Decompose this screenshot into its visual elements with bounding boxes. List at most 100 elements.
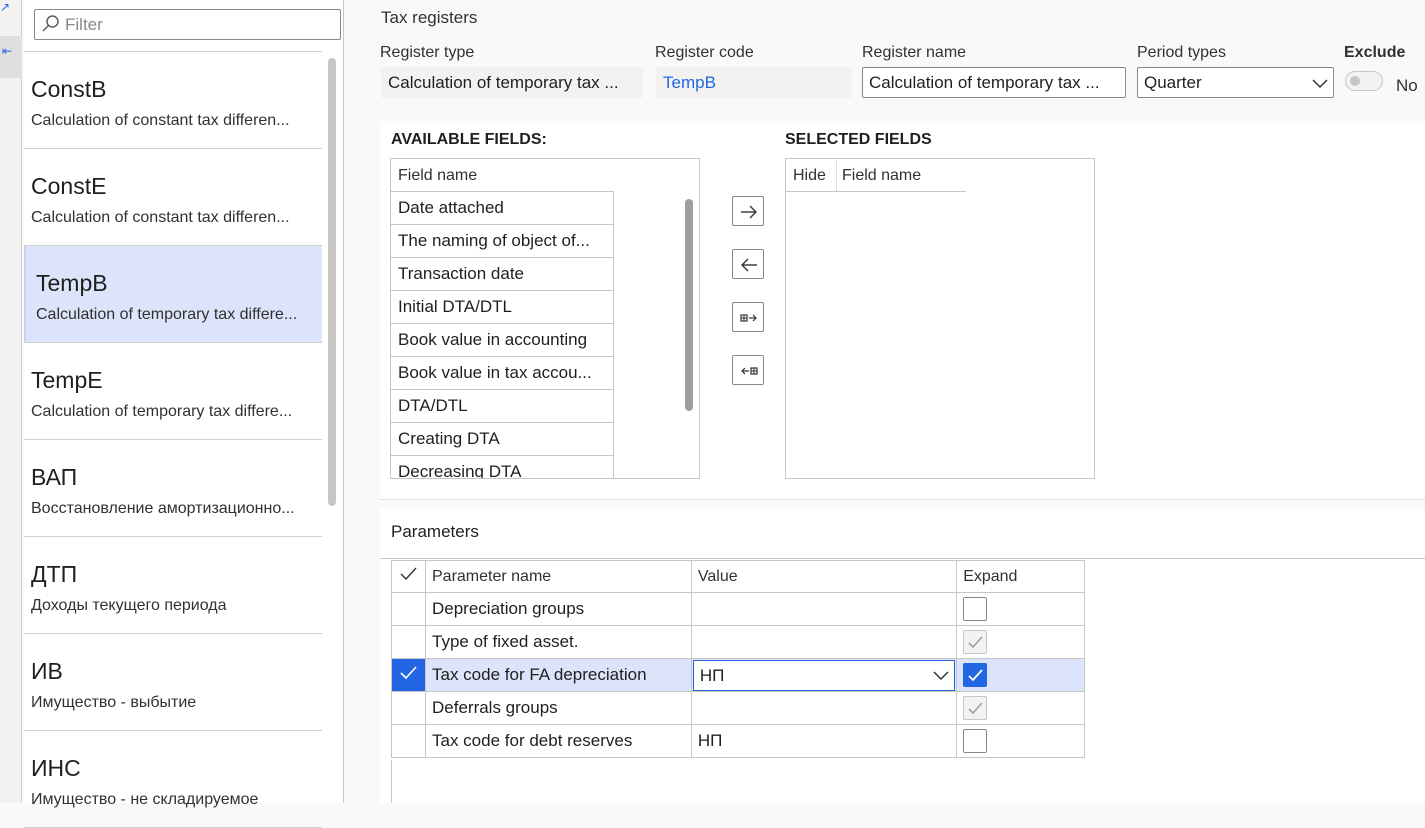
list-item-description: Calculation of temporary tax differe... (31, 403, 293, 420)
available-field-row[interactable]: Creating DTA (391, 422, 614, 455)
hide-header[interactable]: Hide (793, 167, 826, 185)
list-item-description: Восстановление амортизационно... (31, 500, 295, 517)
period-types-select[interactable]: Quarter (1137, 67, 1334, 98)
remove-field-button[interactable] (732, 249, 764, 279)
row-selector[interactable] (391, 658, 426, 692)
filter-input[interactable] (63, 13, 333, 37)
parameter-name-cell: Tax code for FA depreciation (425, 658, 692, 692)
value-header[interactable]: Value (690, 560, 958, 593)
row-selector[interactable] (391, 625, 426, 659)
value-cell[interactable] (690, 592, 958, 626)
list-item[interactable]: ИНС Имущество - не складируемое (24, 731, 322, 828)
filter-box[interactable] (34, 9, 341, 40)
remove-all-fields-button[interactable] (732, 355, 764, 385)
list-item-description: Calculation of constant tax differen... (31, 112, 290, 129)
available-field-row[interactable]: Book value in accounting (391, 323, 614, 356)
list-item-title: ИВ (31, 658, 63, 684)
page-title: Tax registers (381, 8, 478, 27)
list-item[interactable]: ИВ Имущество - выбытие (24, 634, 322, 731)
period-types-label: Period types (1137, 44, 1226, 61)
select-all-header[interactable] (391, 560, 426, 593)
toggle-knob (1350, 76, 1360, 86)
table-row-selected[interactable]: Tax code for FA depreciation НП (391, 658, 1085, 692)
register-type-field[interactable]: Calculation of temporary tax ... (381, 67, 643, 98)
value-select[interactable]: НП (692, 659, 956, 691)
parameter-name-cell: Type of fixed asset. (425, 625, 692, 659)
list-item[interactable]: ДТП Доходы текущего периода (24, 537, 322, 634)
row-selector[interactable] (391, 724, 426, 758)
value-cell[interactable] (690, 691, 958, 725)
selected-fields-grid: Hide Field name (785, 158, 1095, 479)
list-item-title: TempB (36, 270, 108, 296)
table-row[interactable]: Depreciation groups (391, 592, 1085, 626)
list-item[interactable]: ConstB Calculation of constant tax diffe… (24, 52, 322, 149)
list-item-title: ВАП (31, 464, 78, 490)
available-field-row[interactable]: Date attached (391, 191, 614, 224)
available-field-row[interactable]: Transaction date (391, 257, 614, 290)
value-cell[interactable] (690, 625, 958, 659)
available-fields-grid: Field name Date attached The naming of o… (390, 158, 700, 479)
list-item-selected[interactable]: TempB Calculation of temporary tax diffe… (24, 246, 322, 343)
collapse-icon[interactable]: ⇤ (0, 36, 22, 78)
selected-fields-title: SELECTED FIELDS (785, 131, 932, 148)
field-name-header[interactable]: Field name (842, 167, 921, 185)
list-item-title: TempE (31, 367, 103, 393)
available-field-row[interactable]: Decreasing DTA (391, 455, 614, 478)
value-cell[interactable]: НП (690, 658, 958, 692)
list-item-description: Имущество - не складируемое (31, 791, 259, 808)
add-all-fields-button[interactable] (732, 302, 764, 332)
value-select-text: НП (699, 665, 725, 685)
check-icon (400, 567, 417, 581)
check-icon (968, 669, 983, 682)
list-item-title: ConstE (31, 173, 107, 199)
exclude-toggle[interactable] (1345, 71, 1383, 91)
list-item-title: ConstB (31, 76, 107, 102)
expand-checkbox[interactable] (963, 729, 988, 753)
available-fields-title: AVAILABLE FIELDS: (391, 131, 547, 148)
list-item-description: Имущество - выбытие (31, 694, 197, 711)
row-selector[interactable] (391, 691, 426, 725)
table-row[interactable]: Deferrals groups (391, 691, 1085, 725)
nav-strip: ↗ ⇤ (0, 0, 22, 803)
available-field-row[interactable]: The naming of object of... (391, 224, 614, 257)
remove-all-icon (741, 367, 758, 375)
parameters-header-row: Parameter name Value Expand (391, 560, 1085, 593)
table-row[interactable]: Type of fixed asset. (391, 625, 1085, 659)
available-fields-scrollbar[interactable] (685, 199, 693, 411)
search-icon (42, 15, 59, 32)
register-list: ConstB Calculation of constant tax diffe… (24, 52, 322, 828)
expand-cell (956, 724, 1085, 758)
expand-cell (956, 592, 1085, 626)
value-cell[interactable]: НП (690, 724, 958, 758)
list-item-title: ИНС (31, 755, 81, 781)
available-field-row[interactable]: DTA/DTL (391, 389, 614, 422)
list-item-title: ДТП (31, 561, 78, 587)
expand-icon[interactable]: ↗ (0, 0, 10, 14)
register-code-label: Register code (655, 44, 754, 61)
list-item[interactable]: TempE Calculation of temporary tax diffe… (24, 343, 322, 440)
available-field-row[interactable]: Initial DTA/DTL (391, 290, 614, 323)
list-item-description: Доходы текущего периода (31, 597, 227, 614)
period-types-value: Quarter (1144, 73, 1202, 92)
expand-checkbox[interactable] (963, 597, 988, 621)
expand-header[interactable]: Expand (956, 560, 1085, 593)
available-field-row[interactable]: Book value in tax accou... (391, 356, 614, 389)
list-item[interactable]: ConstE Calculation of constant tax diffe… (24, 149, 322, 246)
list-scrollbar[interactable] (328, 58, 336, 506)
check-icon (400, 665, 417, 679)
expand-checkbox (963, 696, 988, 720)
list-item-description: Calculation of constant tax differen... (31, 209, 290, 226)
check-icon (968, 702, 983, 715)
register-code-field[interactable]: TempB (656, 67, 852, 98)
register-name-input[interactable]: Calculation of temporary tax ... (862, 67, 1126, 98)
arrow-left-icon (741, 258, 757, 272)
list-item[interactable]: ВАП Восстановление амортизационно... (24, 440, 322, 537)
expand-cell (956, 625, 1085, 659)
row-selector[interactable] (391, 592, 426, 626)
parameter-name-header[interactable]: Parameter name (425, 560, 692, 593)
table-row[interactable]: Tax code for debt reserves НП (391, 724, 1085, 758)
parameter-name-cell: Tax code for debt reserves (425, 724, 692, 758)
field-name-header[interactable]: Field name (398, 167, 477, 185)
add-field-button[interactable] (732, 196, 764, 226)
expand-checkbox[interactable] (963, 663, 988, 687)
